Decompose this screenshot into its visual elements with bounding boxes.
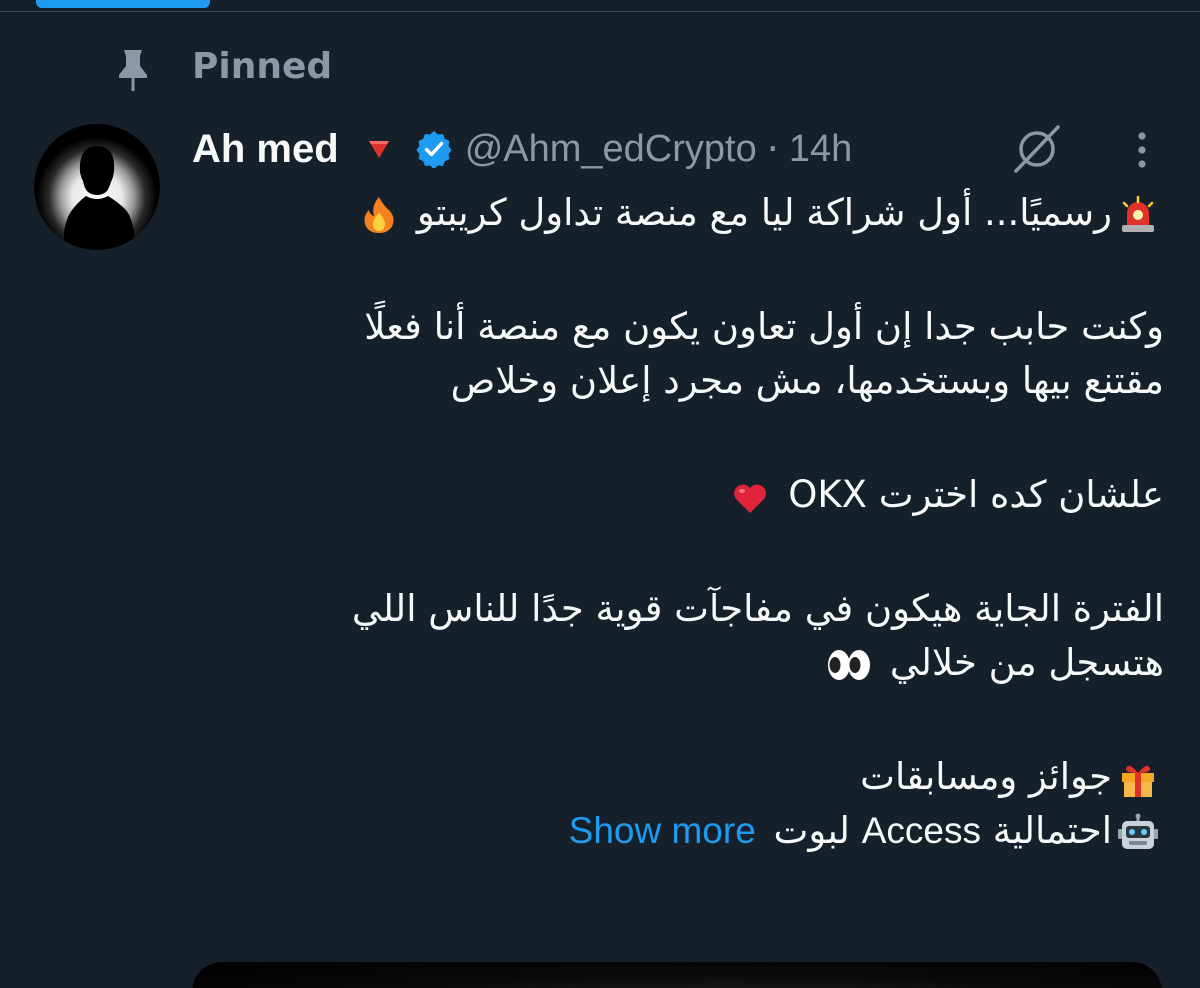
more-options-icon[interactable] xyxy=(1122,128,1162,172)
tweet-line-text: هتسجل من خلالي xyxy=(889,641,1164,684)
tweet-line: علشان كده اخترت OKX xyxy=(192,468,1164,522)
tweet-line-text: Access xyxy=(861,810,981,851)
pinned-label: Pinned xyxy=(192,46,333,87)
pin-icon xyxy=(119,50,147,91)
tweet-line: احتمالية Access لبوت Show more xyxy=(192,804,1164,858)
tweet-line-text: علشان كده اخترت OKX xyxy=(788,473,1164,516)
show-more-link[interactable]: Show more xyxy=(569,810,756,851)
tweet-line: جوائز ومسابقات xyxy=(192,750,1164,804)
tweet-page: Pinned Ah med @Ahm_edCrypto · 14h رسميًا… xyxy=(0,0,1200,988)
robot-emoji xyxy=(1118,813,1158,853)
red-triangle-icon xyxy=(368,141,389,158)
gift-emoji xyxy=(1118,759,1158,799)
tweet-line: وكنت حابب جدا إن أول تعاون يكون مع منصة … xyxy=(364,305,1164,348)
avatar-silhouette xyxy=(64,146,134,250)
tweet-line: الفترة الجاية هيكون في مفاجآت قوية جدًا … xyxy=(351,587,1164,630)
tweet-text: رسميًا... أول شراكة ليا مع منصة تداول كر… xyxy=(192,186,1164,858)
avatar[interactable] xyxy=(34,124,160,250)
divider xyxy=(0,11,1200,12)
red-heart-emoji xyxy=(730,477,770,517)
display-name[interactable]: Ah med xyxy=(192,127,339,172)
tweet-line-text: احتمالية xyxy=(992,809,1112,852)
media-preview[interactable] xyxy=(192,962,1162,988)
timestamp[interactable]: 14h xyxy=(789,128,852,171)
eyes-emoji xyxy=(828,645,872,685)
tweet-line: مقتنع بيها وبستخدمها، مش مجرد إعلان وخلا… xyxy=(450,359,1164,402)
tweet-line-text: جوائز ومسابقات xyxy=(860,755,1112,798)
grok-icon[interactable] xyxy=(1010,124,1064,174)
tweet-line: هتسجل من خلالي xyxy=(192,636,1164,690)
active-tab-indicator xyxy=(36,0,210,8)
handle[interactable]: @Ahm_edCrypto xyxy=(465,128,757,171)
siren-emoji xyxy=(1118,195,1158,235)
verified-icon xyxy=(416,131,452,168)
tweet-line-text: رسميًا... أول شراكة ليا مع منصة تداول كر… xyxy=(416,191,1112,234)
tweet-header: Ah med @Ahm_edCrypto · 14h xyxy=(192,124,852,174)
tweet-line: رسميًا... أول شراكة ليا مع منصة تداول كر… xyxy=(192,186,1164,240)
fire-emoji xyxy=(359,195,399,235)
tweet-line-text: لبوت xyxy=(773,809,850,852)
separator-dot: · xyxy=(766,127,779,171)
